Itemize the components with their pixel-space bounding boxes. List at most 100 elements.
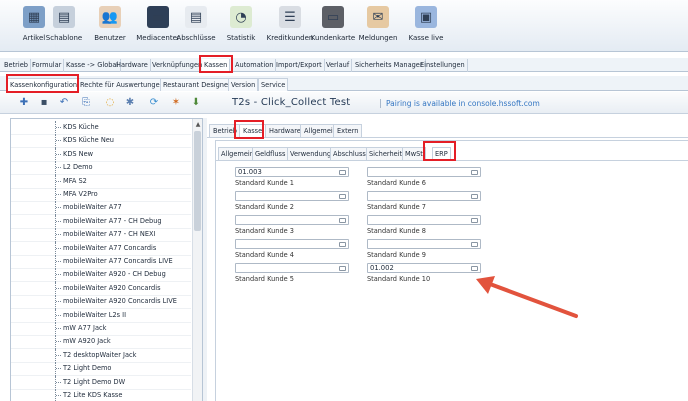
tree-connector <box>56 314 61 316</box>
menu-tab-hardware[interactable]: Hardware <box>114 59 151 72</box>
menu-tab-betrieb[interactable]: Betrieb <box>2 59 31 72</box>
standard-kunde-5-field[interactable] <box>235 263 349 273</box>
main-menu-tabs: Betrieb Formular Kasse -> Global Hardware Ve… <box>0 58 688 72</box>
list-item[interactable]: MFA S2 <box>11 174 191 189</box>
standard-kunde-4-field[interactable] <box>235 239 349 249</box>
submenu-tab-version[interactable]: Version <box>228 78 259 91</box>
tree-line <box>55 147 56 162</box>
tree-line <box>55 268 56 283</box>
list-item-label: KDS New <box>63 149 94 158</box>
menu-tab-import-export[interactable]: Import/Export <box>274 59 325 72</box>
submenu-tab-service[interactable]: Service <box>258 78 289 91</box>
list-item[interactable]: mobileWaiter A920 - CH Debug <box>11 268 191 283</box>
save-icon[interactable]: ▪ <box>38 97 50 109</box>
field-label: Standard Kunde 6 <box>367 179 426 187</box>
list-item-label: mW A920 Jack <box>63 337 111 346</box>
list-item[interactable]: mobileWaiter A77 Concardis LIVE <box>11 255 191 269</box>
settings-icon[interactable]: ✱ <box>124 97 136 109</box>
register-title: T2s - Click_Collect Test <box>232 97 351 108</box>
list-item[interactable]: T2 Lite KDS Kasse <box>11 389 191 401</box>
list-item[interactable]: mobileWaiter A77 - CH NEXI <box>11 228 191 243</box>
toolbar-button-kasse-live[interactable]: ▣ Kasse live <box>396 2 456 50</box>
submenu-tab-rechte-f-r-auswertungen[interactable]: Rechte für Auswertungen <box>77 78 167 91</box>
list-item[interactable]: MFA V2Pro <box>11 188 191 202</box>
list-item[interactable]: T2 Light Demo DW <box>11 375 191 390</box>
subtab-verwendung[interactable]: Verwendung <box>287 147 335 160</box>
field-label: Standard Kunde 4 <box>235 251 294 259</box>
comment-icon[interactable]: ◌ <box>104 97 116 109</box>
standard-kunde-2-field[interactable] <box>235 191 349 201</box>
subtab-abschluss[interactable]: Abschluss <box>330 147 369 160</box>
star-gear-icon[interactable]: ✶ <box>170 97 182 109</box>
lookup-icon[interactable] <box>339 242 346 247</box>
list-item-label: KDS Küche <box>63 123 99 131</box>
menu-tab-sicherheits-manager[interactable]: Sicherheits Manager <box>353 59 426 72</box>
list-item[interactable]: KDS New <box>11 147 191 162</box>
standard-kunde-7-field[interactable] <box>367 191 481 201</box>
document-icon: ▤ <box>185 6 207 28</box>
standard-kunde-3-field[interactable] <box>235 215 349 225</box>
download-icon[interactable]: ⬇ <box>190 97 202 109</box>
list-item[interactable]: mobileWaiter A920 Concardis <box>11 281 191 296</box>
tab-hardware[interactable]: Hardware <box>265 124 305 137</box>
lookup-icon[interactable] <box>471 218 478 223</box>
credit-customer-icon: ☰ <box>279 6 301 28</box>
kasse-tab-content: Allgemein Geldfluss Verwendung Abschluss Sic… <box>215 140 688 401</box>
lookup-icon[interactable] <box>471 170 478 175</box>
lookup-icon[interactable] <box>339 170 346 175</box>
list-item[interactable]: T2 desktopWaiter Jack <box>11 348 191 363</box>
menu-tab-automation[interactable]: Automation <box>233 59 277 72</box>
lookup-icon[interactable] <box>339 218 346 223</box>
list-item[interactable]: mobileWaiter A77 <box>11 201 191 216</box>
add-icon[interactable]: ✚ <box>18 97 30 109</box>
subtab-sicherheit[interactable]: Sicherheit <box>366 147 406 160</box>
list-item[interactable]: mW A920 Jack <box>11 335 191 350</box>
menu-tab-einstellungen[interactable]: Einstellungen <box>418 59 468 72</box>
standard-kunde-10-field[interactable]: 01.002 <box>367 263 481 273</box>
sub-menu-tabs: Kassenkonfiguration Rechte für Auswertung… <box>0 76 688 91</box>
sync-icon[interactable]: ⟳ <box>148 97 160 109</box>
standard-kunde-6-field[interactable] <box>367 167 481 177</box>
subtab-geldfluss[interactable]: Geldfluss <box>252 147 289 160</box>
menu-tab-verlauf[interactable]: Verlauf <box>324 59 353 72</box>
lookup-icon[interactable] <box>339 194 346 199</box>
tree-connector <box>56 354 61 356</box>
list-item-label: mobileWaiter A920 Concardis <box>63 283 161 292</box>
scroll-thumb[interactable] <box>194 131 201 231</box>
menu-tab-verkn-pfungen[interactable]: Verknüpfungen <box>150 59 206 72</box>
list-scrollbar[interactable]: ▲ <box>192 119 202 401</box>
list-item[interactable]: mobileWaiter A77 - CH Debug <box>11 214 191 229</box>
list-item[interactable]: mW A77 Jack <box>11 322 191 336</box>
customer-card-icon: ▭ <box>322 6 344 28</box>
undo-icon[interactable]: ↶ <box>58 97 70 109</box>
standard-kunde-1-field[interactable]: 01.003 <box>235 167 349 177</box>
copy-icon[interactable]: ⎘ <box>80 97 92 109</box>
lookup-icon[interactable] <box>471 266 478 271</box>
list-item[interactable]: KDS Küche Neu <box>11 134 191 149</box>
list-item[interactable]: mobileWaiter A920 Concardis LIVE <box>11 295 191 310</box>
scroll-up-icon[interactable]: ▲ <box>194 121 202 129</box>
tree-line <box>55 335 56 350</box>
tree-connector <box>56 220 61 222</box>
register-tree-list: ▲ KDS Küche KDS Küche Neu KDS New L2 Demo MF… <box>10 118 203 401</box>
tree-connector <box>56 167 61 169</box>
list-item[interactable]: KDS Küche <box>11 121 191 135</box>
list-item[interactable]: mobileWaiter A77 Concardis <box>11 241 191 256</box>
list-item[interactable]: mobileWaiter L2s II <box>11 308 191 323</box>
field-label: Standard Kunde 10 <box>367 275 431 283</box>
menu-tab-kasse-global[interactable]: Kasse -> Global <box>64 59 122 72</box>
list-item[interactable]: T2 Light Demo <box>11 362 191 377</box>
standard-kunde-8-field[interactable] <box>367 215 481 225</box>
field-label: Standard Kunde 7 <box>367 203 426 211</box>
lookup-icon[interactable] <box>339 266 346 271</box>
standard-kunde-9-field[interactable] <box>367 239 481 249</box>
lookup-icon[interactable] <box>471 242 478 247</box>
submenu-tab-restaurant-designer[interactable]: Restaurant Designer <box>160 78 234 91</box>
menu-tab-formular[interactable]: Formular <box>30 59 65 72</box>
pairing-notice[interactable]: Pairing is available in console.hssoft.c… <box>380 99 540 108</box>
lookup-icon[interactable] <box>471 194 478 199</box>
field-label: Standard Kunde 1 <box>235 179 294 187</box>
list-item[interactable]: L2 Demo <box>11 161 191 176</box>
tab-extern[interactable]: Extern <box>333 124 363 137</box>
tree-connector <box>56 368 61 370</box>
